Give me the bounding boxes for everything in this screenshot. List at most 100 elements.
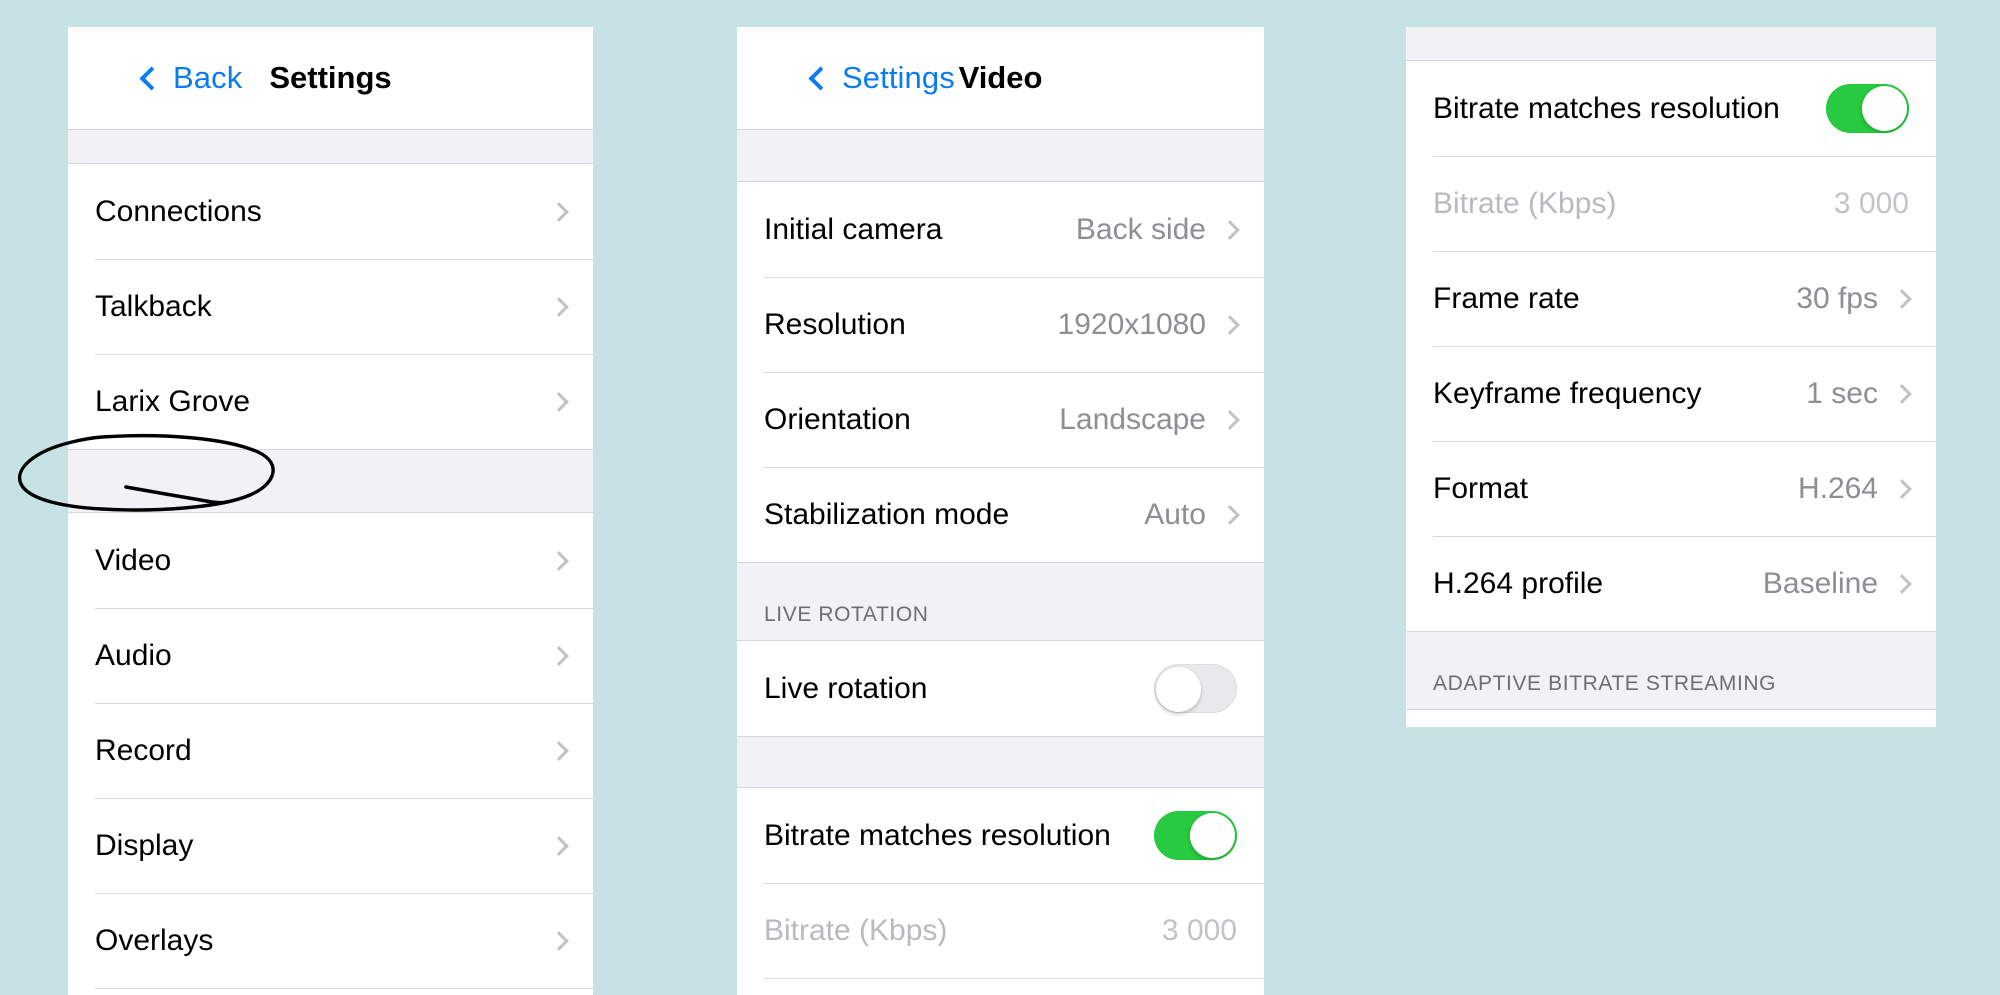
page-title: Video xyxy=(958,60,1043,95)
row-frame-rate[interactable]: Frame rate 30 fps xyxy=(1406,251,1936,346)
row-accessory xyxy=(549,645,569,666)
row-accessory xyxy=(549,296,569,317)
sidebar-item-overlays[interactable]: Overlays xyxy=(68,893,593,988)
page-title: Settings xyxy=(269,60,392,95)
chevron-right-icon xyxy=(549,930,569,951)
row-bitrate-kbps: Bitrate (Kbps) 3 000 xyxy=(737,883,1264,978)
chevron-right-icon xyxy=(1220,219,1240,240)
row-label: Resolution xyxy=(764,307,906,341)
row-resolution[interactable]: Resolution 1920x1080 xyxy=(737,277,1264,372)
video-navbar: Settings Video xyxy=(737,27,1264,130)
row-label: Talkback xyxy=(95,289,212,323)
video-group-bitrate: Bitrate matches resolution Bitrate (Kbps… xyxy=(737,788,1264,995)
toggle-knob xyxy=(1156,667,1201,712)
row-label: Initial camera xyxy=(764,212,943,246)
row-frame-rate[interactable]: Frame rate 30 fps xyxy=(737,978,1264,995)
row-label: Frame rate xyxy=(1433,281,1580,315)
chevron-right-icon xyxy=(549,296,569,317)
section-spacer xyxy=(1406,27,1936,61)
row-label: H.264 profile xyxy=(1433,566,1604,600)
row-bitrate-kbps: Bitrate (Kbps) 3 000 xyxy=(1406,156,1936,251)
video-settings-screen: Settings Video Initial camera Back side … xyxy=(737,27,1264,995)
row-value: Back side xyxy=(1075,212,1206,246)
row-value: H.264 xyxy=(1797,471,1878,505)
toggle-knob xyxy=(1190,813,1235,858)
row-accessory xyxy=(549,550,569,571)
row-accessory: 1 sec xyxy=(1806,377,1912,411)
row-label: Bitrate (Kbps) xyxy=(1433,186,1617,220)
row-accessory: H.264 xyxy=(1797,471,1912,506)
bitrate-matches-resolution-toggle[interactable] xyxy=(1154,811,1237,860)
row-h264-profile[interactable]: H.264 profile Baseline xyxy=(1406,536,1936,631)
row-bitrate-matches-resolution[interactable]: Bitrate matches resolution xyxy=(1406,61,1936,156)
chevron-right-icon xyxy=(1892,383,1912,404)
video-settings-screen-scrolled: Bitrate matches resolution Bitrate (Kbps… xyxy=(1406,27,1936,727)
chevron-right-icon xyxy=(1220,409,1240,430)
row-value: 3 000 xyxy=(1833,186,1909,220)
sidebar-item-video[interactable]: Video xyxy=(68,513,593,608)
settings-navbar: Back Settings xyxy=(68,27,593,130)
row-accessory xyxy=(1154,811,1237,860)
toggle-knob xyxy=(1862,86,1907,131)
video-group-capture: Initial camera Back side Resolution 1920… xyxy=(737,182,1264,562)
row-value: Landscape xyxy=(1059,402,1206,436)
sidebar-item-record[interactable]: Record xyxy=(68,703,593,798)
row-accessory: 30 fps xyxy=(1796,281,1912,316)
row-label: Overlays xyxy=(95,923,214,957)
row-label: Video xyxy=(95,543,172,577)
settings-screen: Back Settings Connections Talkback Larix… xyxy=(68,27,593,995)
chevron-right-icon xyxy=(549,645,569,666)
row-accessory: Baseline xyxy=(1762,566,1912,601)
row-mode[interactable]: Mode Ladder ascend xyxy=(1406,710,1936,727)
chevron-right-icon xyxy=(549,201,569,222)
row-accessory: Auto xyxy=(1144,498,1240,532)
row-keyframe-frequency[interactable]: Keyframe frequency 1 sec xyxy=(1406,346,1936,441)
section-spacer xyxy=(737,130,1264,182)
chevron-right-icon xyxy=(1892,478,1912,499)
row-accessory: Landscape xyxy=(1059,402,1240,437)
screenshot-stage: Back Settings Connections Talkback Larix… xyxy=(0,0,2000,995)
row-accessory: 1920x1080 xyxy=(1057,307,1240,342)
row-label: Bitrate matches resolution xyxy=(1433,91,1780,125)
sidebar-item-talkback[interactable]: Talkback xyxy=(68,259,593,354)
row-bitrate-matches-resolution[interactable]: Bitrate matches resolution xyxy=(737,788,1264,883)
row-live-rotation[interactable]: Live rotation xyxy=(737,641,1264,736)
row-value: 30 fps xyxy=(1796,281,1878,315)
row-accessory xyxy=(549,391,569,412)
section-spacer xyxy=(68,449,593,513)
row-stabilization-mode[interactable]: Stabilization mode Auto xyxy=(737,467,1264,562)
settings-group-general: Connections Talkback Larix Grove xyxy=(68,164,593,449)
row-accessory xyxy=(549,740,569,761)
section-spacer xyxy=(737,736,1264,788)
row-label: Orientation xyxy=(764,402,911,436)
sidebar-item-larix-grove[interactable]: Larix Grove xyxy=(68,354,593,449)
settings-group-media: Video Audio Record Display Overlays xyxy=(68,513,593,995)
video-group-adaptive: Mode Ladder ascend Adaptive frame rate xyxy=(1406,710,1936,727)
row-accessory: Back side xyxy=(1075,212,1240,247)
sidebar-item-audio[interactable]: Audio xyxy=(68,608,593,703)
chevron-right-icon xyxy=(1220,504,1240,525)
row-label: Bitrate (Kbps) xyxy=(764,913,948,947)
row-accessory: 3 000 xyxy=(1162,914,1237,948)
row-initial-camera[interactable]: Initial camera Back side xyxy=(737,182,1264,277)
bitrate-matches-resolution-toggle[interactable] xyxy=(1826,84,1909,133)
sidebar-item-display[interactable]: Display xyxy=(68,798,593,893)
section-spacer xyxy=(68,130,593,164)
chevron-right-icon xyxy=(1892,288,1912,309)
row-accessory xyxy=(549,201,569,222)
reset-app-settings-button[interactable]: Reset app settings xyxy=(68,988,593,995)
row-value: Baseline xyxy=(1762,566,1878,600)
sidebar-item-connections[interactable]: Connections xyxy=(68,164,593,259)
row-label: Larix Grove xyxy=(95,384,251,418)
video-group-bitrate-scrolled: Bitrate matches resolution Bitrate (Kbps… xyxy=(1406,61,1936,631)
section-header-live-rotation: LIVE ROTATION xyxy=(737,562,1264,641)
chevron-right-icon xyxy=(549,391,569,412)
row-value: 3 000 xyxy=(1161,913,1237,947)
row-value: 1920x1080 xyxy=(1057,307,1206,341)
row-accessory xyxy=(1826,84,1909,133)
live-rotation-toggle[interactable] xyxy=(1154,664,1237,713)
row-orientation[interactable]: Orientation Landscape xyxy=(737,372,1264,467)
row-accessory xyxy=(1154,664,1237,713)
row-format[interactable]: Format H.264 xyxy=(1406,441,1936,536)
row-accessory xyxy=(549,930,569,951)
